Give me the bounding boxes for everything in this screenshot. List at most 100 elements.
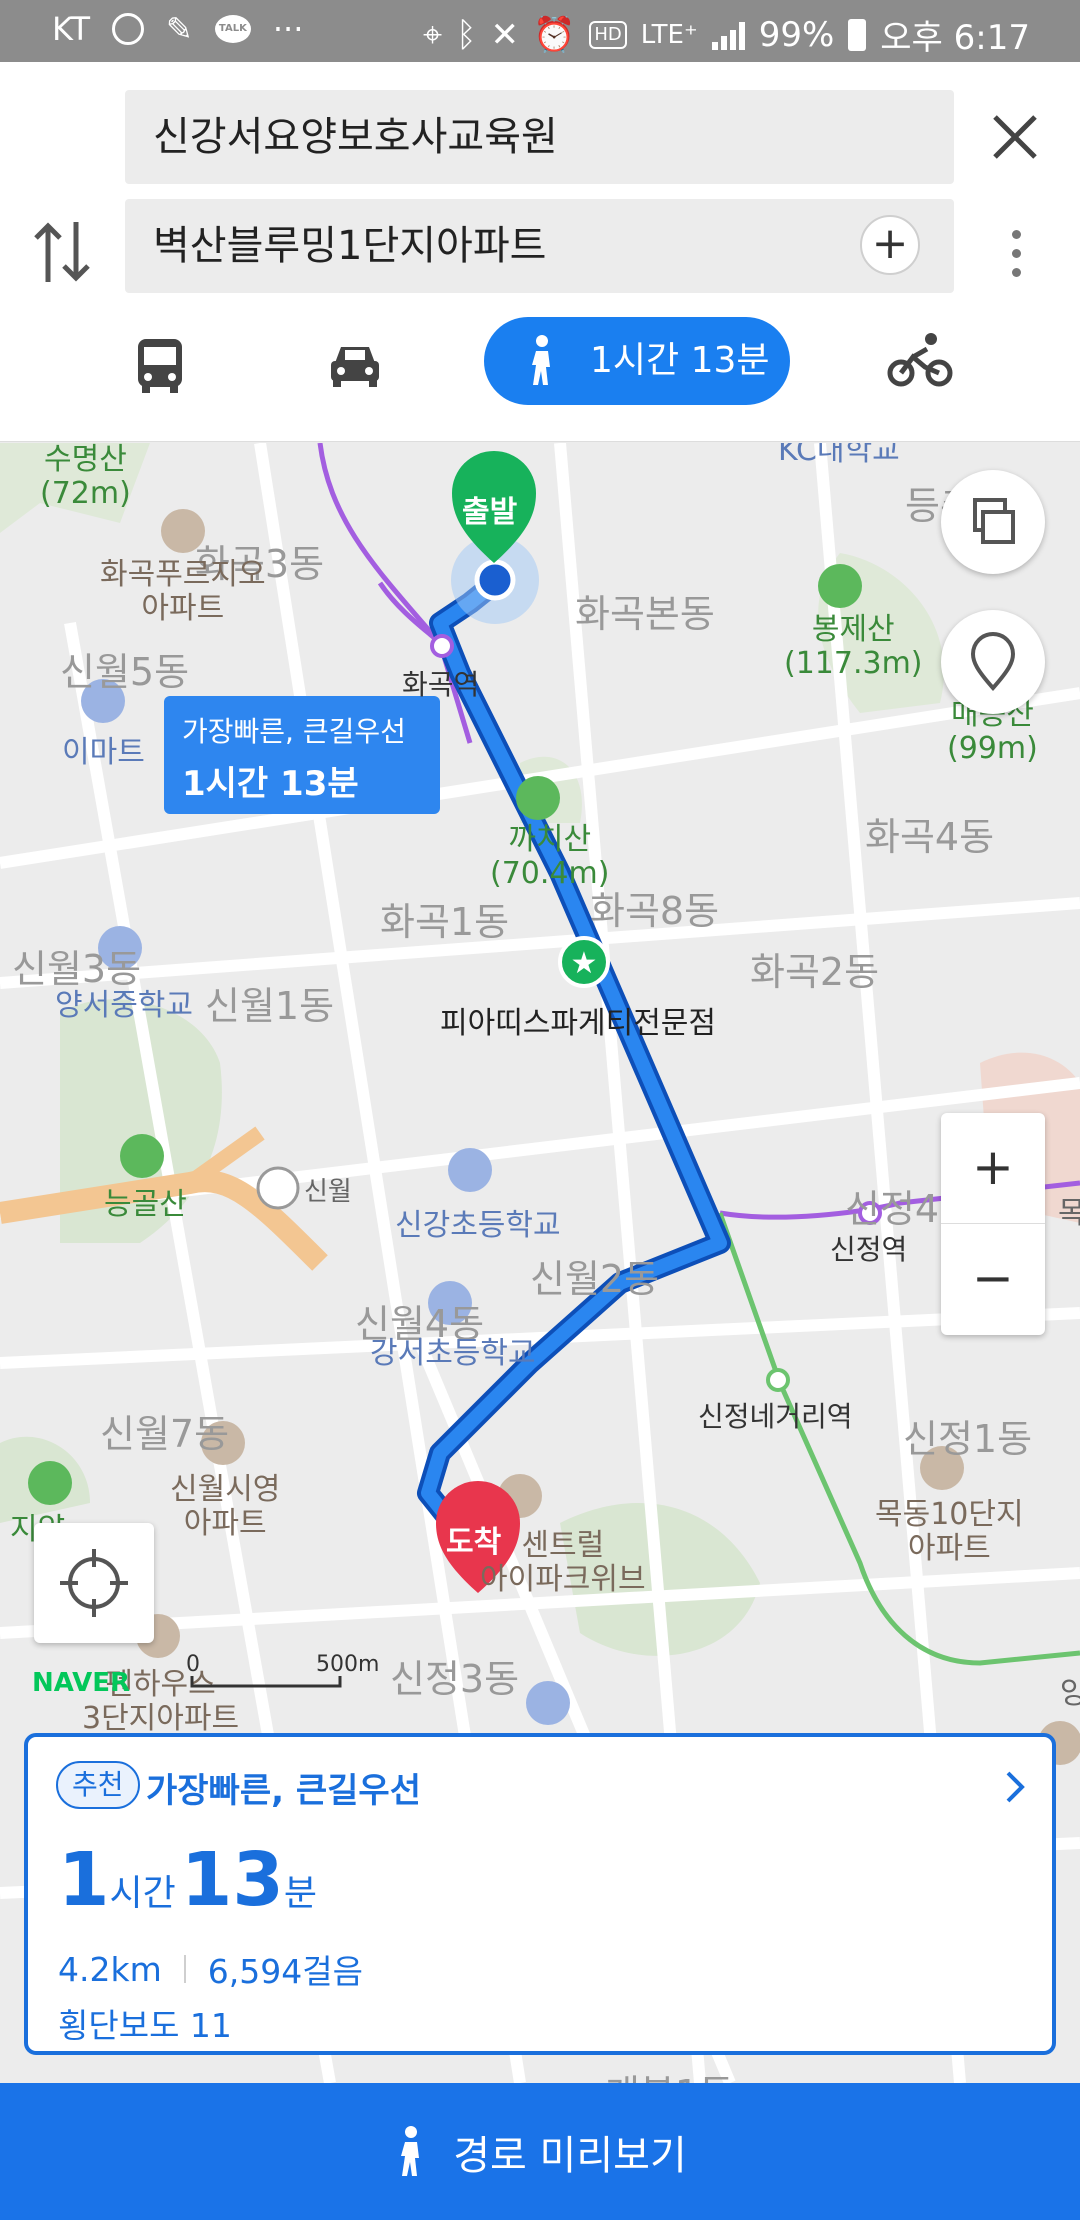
map-label-sinjeong4: 신정4 xyxy=(845,1187,940,1231)
signal-icon xyxy=(711,20,745,50)
map-label-sumyeongsan: 수명산 (72m) xyxy=(40,443,131,511)
destination-text: 벽산블루밍1단지아파트 xyxy=(153,223,547,269)
network-label: LTE⁺ xyxy=(640,19,698,50)
map-label-bongjesan: 봉제산 (117.3m) xyxy=(784,612,923,681)
route-tooltip-duration: 1시간 13분 xyxy=(182,764,359,804)
map-label-mok: 목 xyxy=(1058,1196,1080,1231)
route-title: 가장빠른, 큰길우선 xyxy=(146,1771,421,1811)
map-label-sinwol-ic: 신월 xyxy=(304,1177,352,1207)
map-label-mokdong10: 목동10단지 아파트 xyxy=(875,1497,1024,1566)
bluetooth-icon: ᛒ xyxy=(456,14,477,55)
duration-hours-unit: 시간 xyxy=(109,1873,176,1914)
more-notifications-icon: ··· xyxy=(272,10,304,48)
zoom-out-button[interactable]: − xyxy=(941,1224,1045,1335)
add-waypoint-button[interactable]: + xyxy=(860,215,920,275)
hd-voice-icon: HD xyxy=(589,20,627,49)
map-label-kc-univ: KC대학교 xyxy=(778,443,900,468)
route-steps: 6,594걸음 xyxy=(207,1952,363,1991)
map-label-sinwol7dong: 신월7동 xyxy=(100,1412,230,1456)
map-label-sinwol1dong: 신월1동 xyxy=(205,984,335,1028)
status-bar: KT ✎ TALK ··· ⌖ ᛒ ✕ ⏰ HD LTE⁺ 99% 오후 6:1… xyxy=(0,0,1080,62)
map-label-sinjeong-station: 신정역 xyxy=(830,1233,908,1266)
close-icon xyxy=(993,115,1037,159)
alarm-icon: ⏰ xyxy=(533,14,576,55)
place-marker-button[interactable] xyxy=(941,610,1045,714)
map-label-hwagok-prugio: 화곡푸르지오 아파트 xyxy=(100,557,266,626)
crosshair-icon xyxy=(60,1549,128,1617)
map-label-sinjeong3dong: 신정3동 xyxy=(390,1657,520,1701)
walk-duration: 1시간 13분 xyxy=(590,340,770,381)
destination-field[interactable]: 벽산블루밍1단지아파트 + xyxy=(125,199,954,293)
carrier-label: KT xyxy=(52,10,91,48)
route-summary-card[interactable]: 추천 가장빠른, 큰길우선 1시간 13분 4.2km 6,594걸음 횡단보도… xyxy=(24,1733,1056,2055)
map-label-piatti: 피아띠스파게티전문점 xyxy=(440,1006,716,1041)
swap-route-button[interactable] xyxy=(30,212,94,292)
route-search-panel: 신강서요양보호사교육원 벽산블루밍1단지아파트 + 1시간 13분 xyxy=(0,62,1080,442)
map-label-sinwol-siyeong: 신월시영 아파트 xyxy=(170,1472,281,1541)
tab-walk[interactable]: 1시간 13분 xyxy=(484,317,790,405)
duration-hours: 1 xyxy=(58,1837,110,1923)
map-label-hwagokbondong: 화곡본동 xyxy=(575,592,715,636)
transport-mode-tabs: 1시간 13분 xyxy=(0,317,1080,413)
tab-car[interactable] xyxy=(325,317,385,405)
map-label-neunggolsan: 능골산 xyxy=(104,1187,187,1222)
map-label-singang-es: 신강초등학교 xyxy=(395,1208,561,1243)
battery-percent: 99% xyxy=(758,14,835,55)
feather-icon: ✎ xyxy=(166,10,193,48)
start-marker-label[interactable]: 출발 xyxy=(462,487,517,531)
zoom-controls: + − xyxy=(941,1113,1045,1335)
talk-icon: TALK xyxy=(214,15,251,43)
bus-icon xyxy=(138,339,182,393)
clock: 오후 6:17 xyxy=(880,18,1030,58)
swap-icon xyxy=(34,222,90,282)
map-layers-button[interactable] xyxy=(941,470,1045,574)
divider xyxy=(183,1955,186,1983)
tab-transit[interactable] xyxy=(130,317,190,405)
naver-logo: NAVER xyxy=(32,1668,131,1698)
map-label-sinjeong-negeori-station: 신정네거리역 xyxy=(698,1400,853,1433)
map-scale: 0 500m xyxy=(186,1652,379,1690)
origin-field[interactable]: 신강서요양보호사교육원 xyxy=(125,90,954,184)
chevron-right-icon[interactable] xyxy=(1002,1767,1030,1807)
battery-icon xyxy=(848,18,867,51)
map-label-sinjeong1dong: 신정1동 xyxy=(903,1417,1033,1461)
duration-minutes: 13 xyxy=(180,1837,284,1923)
map-label-gaebong1dong: 개봉1동 xyxy=(605,2063,734,2083)
bicycle-icon xyxy=(887,333,953,387)
map-label-hwagok1dong: 화곡1동 xyxy=(380,900,510,944)
map-label-yang: 양 xyxy=(1060,1676,1080,1711)
map-label-emart: 이마트 xyxy=(62,735,145,770)
route-preview-label: 경로 미리보기 xyxy=(453,2132,687,2179)
mute-icon: ✕ xyxy=(490,14,520,55)
map-label-yangseo-ms: 양서중학교 xyxy=(55,988,193,1023)
map-label-hwagok4dong: 화곡4동 xyxy=(865,815,995,859)
pin-icon xyxy=(970,632,1016,692)
tab-bicycle[interactable] xyxy=(887,317,953,405)
current-location-button[interactable] xyxy=(34,1523,154,1643)
crosswalk-count: 횡단보도 11 xyxy=(58,2006,232,2045)
route-tooltip-type: 가장빠른, 큰길우선 xyxy=(182,715,406,748)
map-label-hwagok8dong: 화곡8동 xyxy=(590,889,720,933)
layers-icon xyxy=(973,498,1015,544)
route-preview-button[interactable]: 경로 미리보기 xyxy=(0,2083,1080,2220)
svg-text:★: ★ xyxy=(571,946,598,981)
route-stats: 4.2km 6,594걸음 xyxy=(58,1945,363,1993)
route-tooltip[interactable]: 가장빠른, 큰길우선 1시간 13분 xyxy=(164,696,440,814)
walk-icon xyxy=(401,2125,420,2176)
map-label-gangseo-es: 강서초등학교 xyxy=(370,1336,536,1371)
walk-icon xyxy=(532,335,550,385)
car-icon xyxy=(331,347,379,387)
map-label-central-ipark: 센트럴 아이파크위브 xyxy=(480,1528,646,1597)
map-label-hwagok-station: 화곡역 xyxy=(402,668,480,701)
route-duration: 1시간 13분 xyxy=(58,1837,317,1923)
zoom-in-button[interactable]: + xyxy=(941,1113,1045,1224)
close-button[interactable] xyxy=(985,107,1045,167)
map-label-sinwol5dong: 신월5동 xyxy=(60,650,190,694)
more-options-button[interactable] xyxy=(1000,222,1032,302)
recommended-badge: 추천 xyxy=(56,1761,140,1809)
compass-app-icon xyxy=(112,13,145,45)
duration-minutes-unit: 분 xyxy=(283,1873,317,1914)
map-label-sinwol2dong: 신월2동 xyxy=(530,1257,660,1301)
route-distance: 4.2km xyxy=(58,1949,162,1989)
location-icon: ⌖ xyxy=(422,14,443,55)
